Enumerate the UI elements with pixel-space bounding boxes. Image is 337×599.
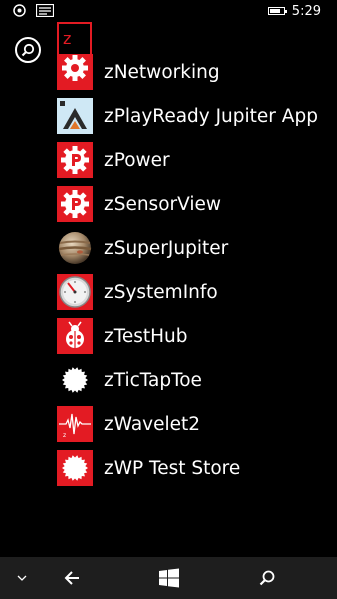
- starburst-icon: [57, 362, 93, 398]
- list-item[interactable]: z zWavelet2: [57, 406, 337, 442]
- message-icon: [35, 3, 55, 20]
- app-label: zSensorView: [104, 193, 222, 215]
- start-app-list-screen: 5:29 z zNetworking zPlayReady Jupiter Ap…: [0, 0, 337, 599]
- list-item[interactable]: zPower: [57, 142, 337, 178]
- search-icon: [259, 570, 275, 586]
- clock-time: 5:29: [291, 4, 321, 19]
- app-label: zTicTapToe: [104, 369, 202, 391]
- start-button[interactable]: [155, 557, 183, 599]
- app-label: zNetworking: [104, 61, 220, 83]
- gauge-dial-icon: [57, 274, 93, 310]
- app-label: zSuperJupiter: [104, 237, 229, 259]
- app-label: zTestHub: [104, 325, 188, 347]
- app-list-viewport: zNetworking zPlayReady Jupiter App zPowe…: [0, 50, 337, 599]
- app-label: zPower: [104, 149, 170, 171]
- ladybug-icon: [57, 318, 93, 354]
- jump-letter: z: [63, 29, 72, 48]
- back-arrow-icon: [64, 571, 79, 585]
- data-saver-icon: [13, 4, 26, 20]
- sensor-p-gear-icon: [57, 186, 93, 222]
- list-item[interactable]: zWP Test Store: [57, 450, 337, 486]
- list-item[interactable]: zPlayReady Jupiter App: [57, 98, 337, 134]
- list-item[interactable]: zTicTapToe: [57, 362, 337, 398]
- jupiter-planet-icon: [57, 230, 93, 266]
- back-button[interactable]: [58, 557, 86, 599]
- app-label: zWP Test Store: [104, 457, 241, 479]
- windows-logo-icon: [159, 568, 179, 588]
- expand-app-bar-button[interactable]: [10, 557, 34, 599]
- app-bar: [0, 557, 337, 599]
- list-item[interactable]: zTestHub: [57, 318, 337, 354]
- chevron-down-icon: [17, 575, 27, 581]
- svg-text:z: z: [63, 432, 66, 439]
- waveform-icon: z: [57, 406, 93, 442]
- power-p-gear-icon: [57, 142, 93, 178]
- playready-triangle-icon: [57, 98, 93, 134]
- app-label: zSystemInfo: [104, 281, 218, 303]
- app-label: zWavelet2: [104, 413, 201, 435]
- search-button-bar[interactable]: [253, 557, 281, 599]
- starburst-icon: [57, 450, 93, 486]
- battery-icon: [268, 7, 287, 15]
- app-label: zPlayReady Jupiter App: [104, 105, 318, 127]
- list-item[interactable]: zSensorView: [57, 186, 337, 222]
- status-bar: 5:29: [0, 0, 337, 22]
- list-item[interactable]: zSuperJupiter: [57, 230, 337, 266]
- list-item[interactable]: zSystemInfo: [57, 274, 337, 310]
- list-item[interactable]: zNetworking: [57, 54, 337, 90]
- gear-cog-icon: [57, 54, 93, 90]
